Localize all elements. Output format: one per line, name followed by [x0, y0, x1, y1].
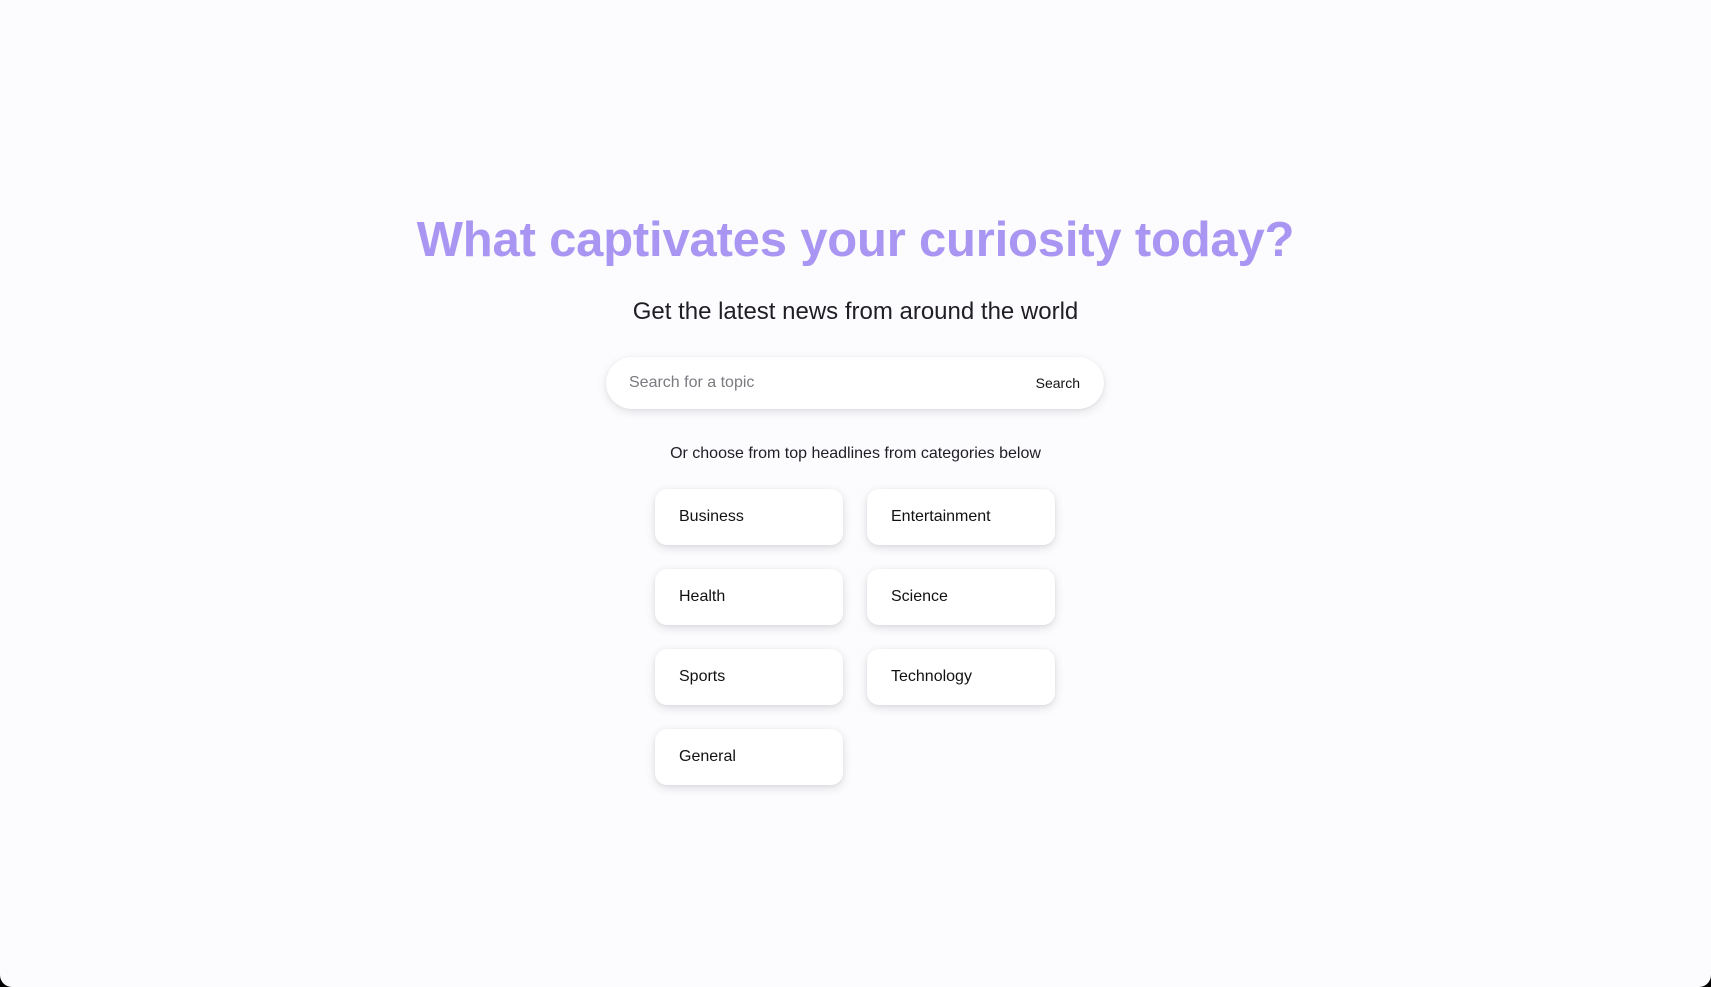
page-subtitle: Get the latest news from around the worl…	[632, 298, 1079, 325]
search-button[interactable]: Search	[1024, 357, 1104, 409]
hero-section: What captivates your curiosity today? Ge…	[0, 208, 1711, 328]
app-viewport: What captivates your curiosity today? Ge…	[0, 0, 1711, 987]
page-title: What captivates your curiosity today?	[416, 213, 1295, 267]
category-science[interactable]: Science	[867, 569, 1055, 625]
search-input[interactable]	[606, 357, 1024, 409]
search-bar: Search	[606, 357, 1104, 409]
category-business[interactable]: Business	[655, 489, 843, 545]
categories-hint: Or choose from top headlines from catego…	[670, 445, 1041, 462]
category-sports[interactable]: Sports	[655, 649, 843, 705]
category-entertainment[interactable]: Entertainment	[867, 489, 1055, 545]
category-general[interactable]: General	[655, 729, 843, 785]
category-grid: Business Entertainment Health Science Sp…	[655, 489, 1055, 785]
category-health[interactable]: Health	[655, 569, 843, 625]
category-technology[interactable]: Technology	[867, 649, 1055, 705]
